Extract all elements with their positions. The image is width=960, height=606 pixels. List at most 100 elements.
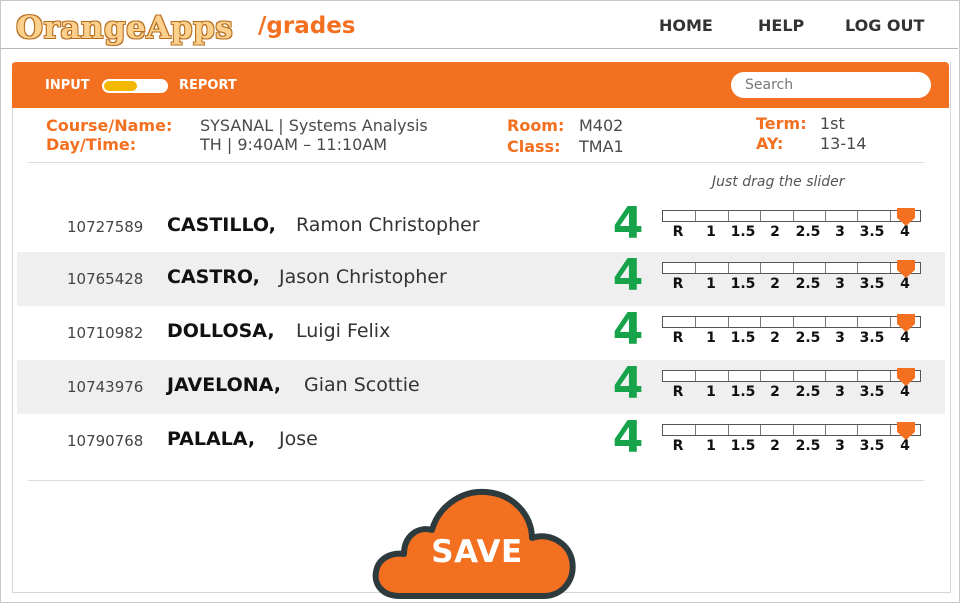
info-divider xyxy=(28,162,924,163)
scale-label: 1.5 xyxy=(730,330,756,346)
grade-slider[interactable] xyxy=(662,422,921,440)
grade-slider[interactable] xyxy=(662,368,921,386)
mode-report-label[interactable]: REPORT xyxy=(179,78,237,93)
nav-home-link[interactable]: HOME xyxy=(659,16,713,35)
scale-label: 4 xyxy=(900,224,910,240)
nav-logout-link[interactable]: LOG OUT xyxy=(845,16,924,35)
slider-tick xyxy=(793,211,794,221)
grade-value: 4 xyxy=(612,412,644,463)
mode-input-label[interactable]: INPUT xyxy=(45,78,90,93)
scale-label: 2 xyxy=(770,224,780,240)
save-button[interactable]: SAVE xyxy=(372,486,582,602)
scale-label: 2.5 xyxy=(795,224,821,240)
slider-tick xyxy=(695,263,696,273)
slider-tick xyxy=(857,263,858,273)
slider-tick xyxy=(793,317,794,327)
grade-slider[interactable] xyxy=(662,260,921,278)
scale-label: 4 xyxy=(900,384,910,400)
scale-label: 3 xyxy=(835,384,845,400)
scale-label: 4 xyxy=(900,276,910,292)
slider-tick xyxy=(760,317,761,327)
mode-toggle-switch[interactable] xyxy=(102,79,168,93)
save-label: SAVE xyxy=(431,534,523,570)
scale-label: 1 xyxy=(706,438,716,454)
slider-hint: Just drag the slider xyxy=(712,174,845,190)
scale-label: R xyxy=(672,438,684,454)
grade-value: 4 xyxy=(612,198,644,249)
scale-label: 1 xyxy=(706,276,716,292)
slider-tick xyxy=(825,425,826,435)
slider-tick xyxy=(793,425,794,435)
room-value: M402 xyxy=(579,116,624,135)
slider-tick xyxy=(890,211,891,221)
scale-label: 1.5 xyxy=(730,438,756,454)
slider-tick xyxy=(728,371,729,381)
slider-tick xyxy=(890,425,891,435)
slider-tick xyxy=(857,425,858,435)
page-title: /grades xyxy=(258,13,356,39)
scale-label: 4 xyxy=(900,330,910,346)
nav-help-link[interactable]: HELP xyxy=(758,16,804,35)
student-row: 10710982 DOLLOSA, Luigi Felix 4 R 1 1.5 2 2.5 3 3.… xyxy=(17,304,945,360)
scale-label: 3 xyxy=(835,330,845,346)
student-row: 10743976 JAVELONA, Gian Scottie 4 R 1 1.5 2 2.5 3… xyxy=(17,358,945,414)
student-last-name: CASTRO, xyxy=(167,266,260,288)
slider-tick xyxy=(760,211,761,221)
scale-label: 2 xyxy=(770,330,780,346)
slider-tick xyxy=(695,211,696,221)
grade-value: 4 xyxy=(612,304,644,355)
slider-tick xyxy=(825,371,826,381)
toggle-knob xyxy=(104,81,137,91)
slider-tick xyxy=(728,211,729,221)
slider-tick xyxy=(760,263,761,273)
scale-label: 3.5 xyxy=(859,330,885,346)
student-id: 10743976 xyxy=(67,378,144,396)
scale-label: 2 xyxy=(770,384,780,400)
slider-tick xyxy=(793,371,794,381)
scale-label: 3.5 xyxy=(859,384,885,400)
ay-value: 13-14 xyxy=(820,134,867,153)
slider-tick xyxy=(825,263,826,273)
student-first-name: Gian Scottie xyxy=(304,374,420,396)
grade-slider[interactable] xyxy=(662,314,921,332)
app-logo[interactable]: OrangeApps xyxy=(16,10,233,46)
scale-label: 2.5 xyxy=(795,330,821,346)
search-input[interactable] xyxy=(731,72,931,98)
scale-label: 2 xyxy=(770,438,780,454)
slider-tick xyxy=(825,317,826,327)
slider-tick xyxy=(793,263,794,273)
course-value: SYSANAL | Systems Analysis xyxy=(200,116,428,135)
slider-tick xyxy=(695,371,696,381)
scale-label: 3 xyxy=(835,224,845,240)
student-last-name: PALALA, xyxy=(167,428,256,450)
student-first-name: Luigi Felix xyxy=(296,320,391,342)
student-last-name: CASTILLO, xyxy=(167,214,276,236)
scale-label: 3.5 xyxy=(859,276,885,292)
student-row: 10790768 PALALA, Jose 4 R 1 1.5 2 2.5 3 3.5 4 xyxy=(17,412,945,468)
slider-tick xyxy=(760,425,761,435)
scale-label: R xyxy=(672,330,684,346)
slider-tick xyxy=(890,263,891,273)
student-first-name: Jason Christopher xyxy=(279,266,447,288)
class-label: Class: xyxy=(507,137,561,156)
slider-tick xyxy=(728,317,729,327)
scale-label: R xyxy=(672,224,684,240)
term-label: Term: xyxy=(756,114,807,133)
list-divider xyxy=(28,480,924,481)
term-value: 1st xyxy=(820,114,845,133)
slider-tick xyxy=(890,317,891,327)
scale-label: 1 xyxy=(706,384,716,400)
slider-tick xyxy=(857,371,858,381)
slider-tick xyxy=(728,425,729,435)
slider-tick xyxy=(825,211,826,221)
student-first-name: Jose xyxy=(279,428,318,450)
slider-tick xyxy=(728,263,729,273)
slider-tick xyxy=(857,211,858,221)
student-id: 10710982 xyxy=(67,324,144,342)
grade-slider[interactable] xyxy=(662,208,921,226)
daytime-value: TH | 9:40AM – 11:10AM xyxy=(200,135,388,154)
scale-label: 3.5 xyxy=(859,224,885,240)
grade-value: 4 xyxy=(612,250,644,301)
scale-label: 1.5 xyxy=(730,384,756,400)
room-label: Room: xyxy=(507,116,565,135)
